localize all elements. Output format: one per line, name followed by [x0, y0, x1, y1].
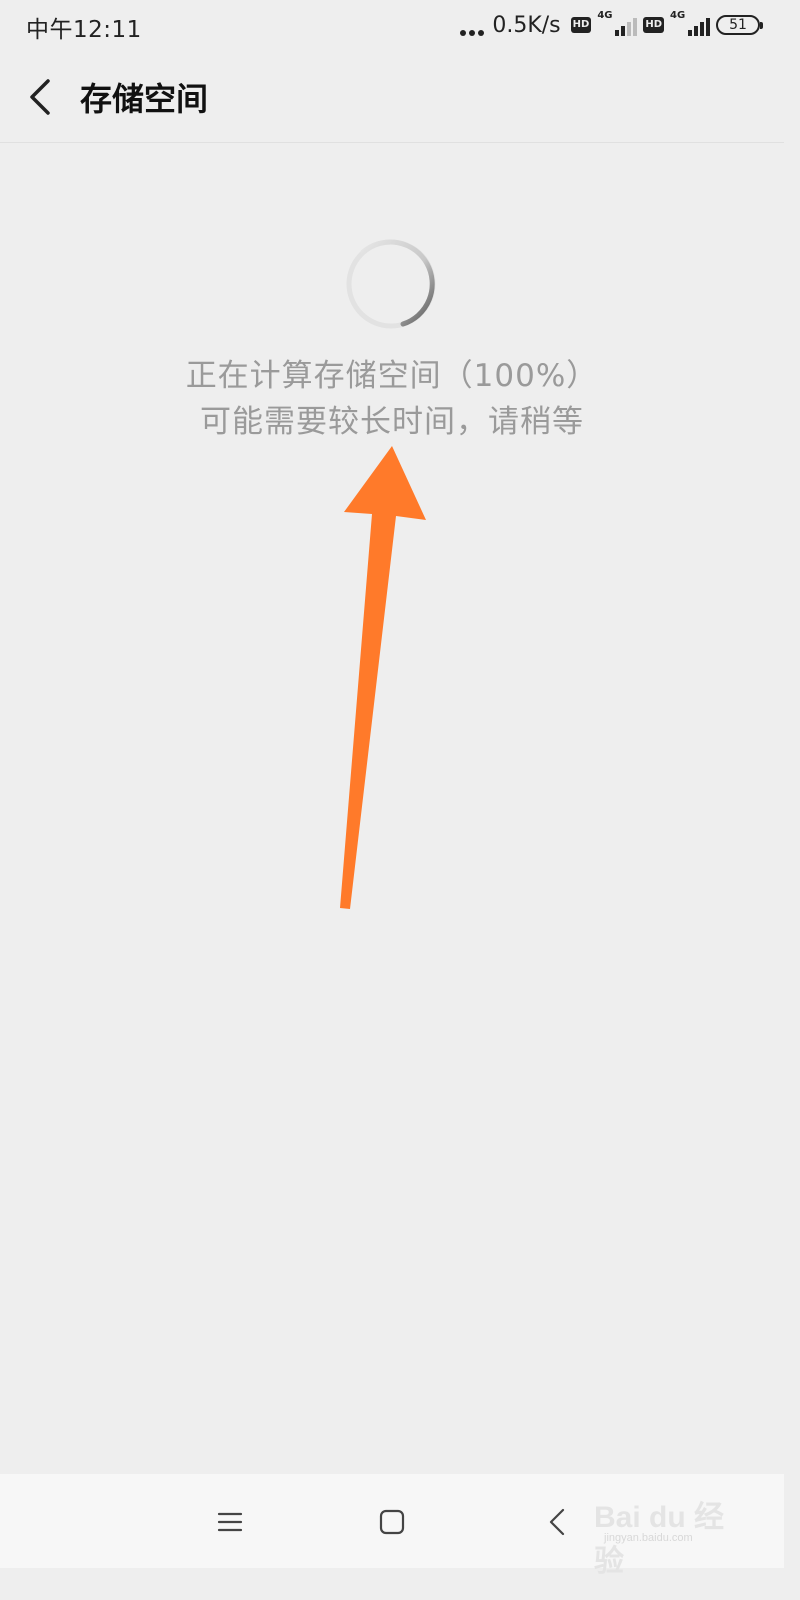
- battery-level: 51: [729, 17, 747, 33]
- home-icon: [379, 1509, 405, 1535]
- network-speed: 0.5K/s: [492, 12, 561, 38]
- menu-button[interactable]: [206, 1498, 254, 1546]
- loading-hint-text: 可能需要较长时间，请稍等: [200, 404, 584, 440]
- status-bar: 中午12:11 0.5K/s HD 4G HD 4G 51: [0, 0, 784, 52]
- back-button[interactable]: [16, 70, 64, 124]
- chevron-left-icon: [30, 79, 50, 115]
- loading-spinner-icon: [346, 239, 436, 329]
- navigation-bar: Bai du 经验 jingyan.baidu.com: [0, 1474, 784, 1578]
- network-type-label: 4G: [597, 10, 613, 21]
- network-type-label-2: 4G: [670, 10, 686, 21]
- nav-back-button[interactable]: [533, 1498, 581, 1546]
- screen: 中午12:11 0.5K/s HD 4G HD 4G 51 存储空间 正在计算存…: [0, 0, 784, 1578]
- menu-icon: [217, 1512, 243, 1532]
- title-bar: 存储空间: [0, 52, 784, 143]
- page-title: 存储空间: [80, 80, 209, 118]
- hd-badge: HD: [570, 17, 592, 33]
- hd-badge-2: HD: [643, 17, 664, 33]
- signal-icon: 4G: [597, 10, 638, 38]
- signal-icon-2: 4G: [670, 10, 710, 38]
- more-dots-icon: [460, 14, 485, 36]
- baidu-watermark: Bai du 经验 jingyan.baidu.com: [594, 1484, 744, 1578]
- battery-icon: 51: [716, 15, 763, 35]
- annotation-arrow-icon: [340, 446, 426, 909]
- loading-progress-text: 正在计算存储空间（100%）: [185, 358, 599, 394]
- home-button[interactable]: [368, 1498, 416, 1546]
- back-icon: [549, 1508, 565, 1536]
- watermark-sub: jingyan.baidu.com: [604, 1532, 693, 1544]
- status-time: 中午12:11: [26, 17, 142, 43]
- status-indicators: 0.5K/s HD 4G HD 4G 51: [460, 10, 763, 40]
